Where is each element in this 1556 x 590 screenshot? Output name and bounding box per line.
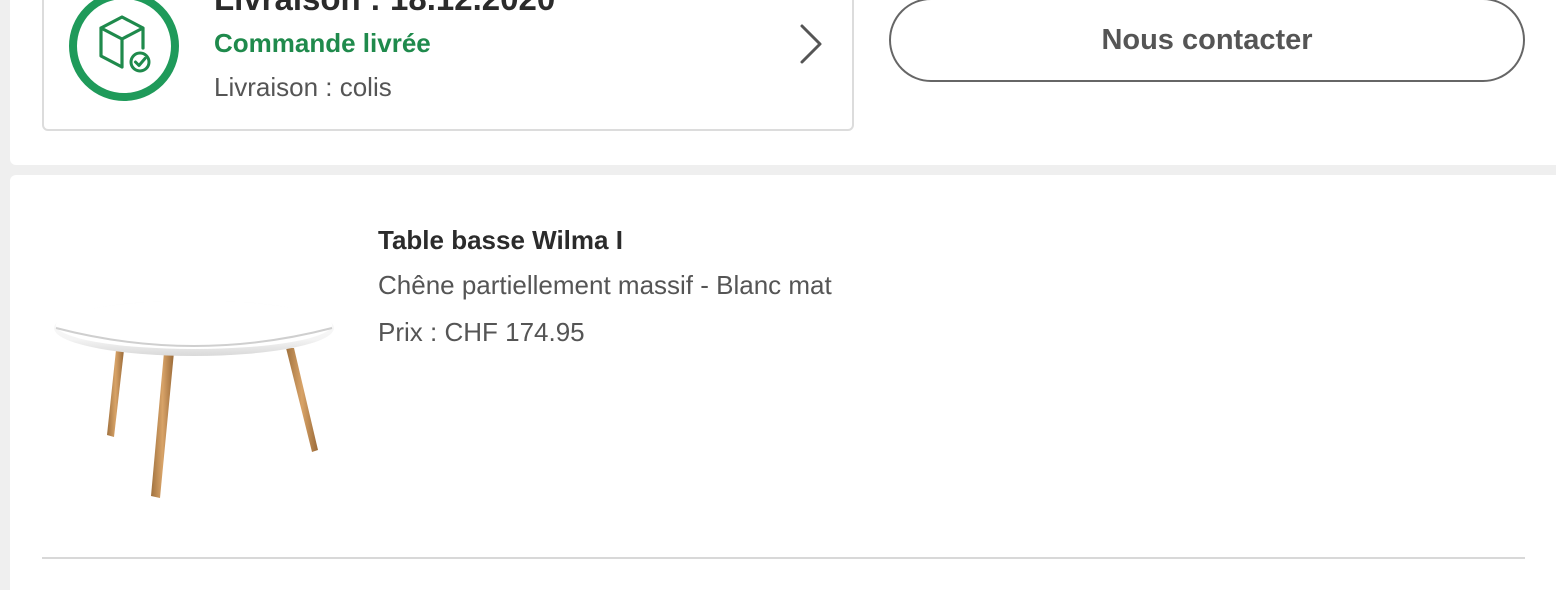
delivery-type: Livraison : colis [214, 72, 392, 102]
contact-us-button[interactable]: Nous contacter [889, 0, 1525, 82]
product-variant: Chêne partiellement massif - Blanc mat [378, 270, 832, 300]
product-name[interactable]: Table basse Wilma I [378, 225, 623, 256]
delivery-date: Livraison : 18.12.2020 [214, 0, 555, 15]
order-status: Commande livrée [214, 28, 431, 58]
coffee-table-image[interactable] [50, 290, 340, 510]
order-item-panel: Table basse Wilma I Chêne partiellement … [10, 175, 1556, 590]
divider [42, 557, 1525, 559]
chevron-right-icon[interactable] [796, 22, 824, 66]
product-price: Prix : CHF 174.95 [378, 317, 585, 347]
package-check-icon [68, 0, 180, 102]
delivery-status-card[interactable]: Livraison : 18.12.2020 Commande livrée L… [42, 0, 854, 131]
order-summary-panel: Livraison : 18.12.2020 Commande livrée L… [10, 0, 1556, 165]
